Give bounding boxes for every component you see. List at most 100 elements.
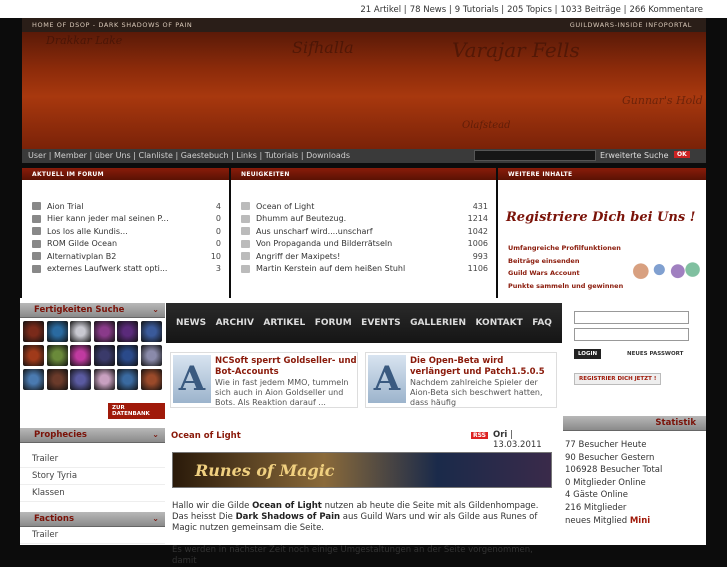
mainnav-news[interactable]: NEWS [176,318,206,328]
forum-row[interactable]: Hier kann jeder mal seinen P... 0 [22,213,229,226]
news-icon [241,252,250,261]
mainnav-artikel[interactable]: ARTIKEL [263,318,305,328]
forum-icon [32,214,41,223]
link-story-tyria[interactable]: Story Tyria [20,468,165,485]
username-field[interactable] [574,311,689,324]
register-promo[interactable]: Registriere Dich bei Uns ! Umfangreiche … [498,180,706,300]
register-button[interactable]: REGISTRIER DICH JETZT ! [574,373,662,385]
forum-icon [32,252,41,261]
skill-icon[interactable] [140,321,162,342]
mainnav-gallerien[interactable]: GALLERIEN [410,318,466,328]
skill-icon[interactable] [117,345,138,366]
forum-icon [32,239,41,248]
site-portal: GUILDWARS-INSIDE INFOPORTAL [569,21,692,29]
header-banner-image: Drakkar Lake Sifhalla Varajar Fells Gunn… [22,32,706,149]
password-field[interactable] [574,328,689,341]
statistik-title: Statistik [563,416,706,431]
news-icon [241,239,250,248]
forum-row[interactable]: Aion Trial 4 [22,200,229,213]
article-meta: Ori | 13.03.2011 [493,430,542,450]
site-stats: 21 Artikel | 78 News | 9 Tutorials | 205 To… [0,0,727,18]
database-button[interactable]: ZUR DATENBANK [108,403,165,419]
news-row[interactable]: Aus unscharf wird....unscharf 1042 [231,225,496,238]
link-klassen[interactable]: Klassen [20,485,165,502]
skill-icon[interactable] [23,345,44,366]
aion-logo-icon: A [173,355,211,403]
skill-icon[interactable] [46,345,68,366]
skill-icon[interactable] [23,369,44,390]
nav-user[interactable]: User [28,151,46,160]
news-row[interactable]: Martin Kerstein auf dem heißen Stuhl 1106 [231,263,496,276]
article-title[interactable]: Ocean of Light [171,431,241,441]
skill-icon[interactable] [117,321,138,342]
forum-row[interactable]: externes Laufwerk statt opti... 3 [22,263,229,276]
news-row[interactable]: Angriff der Maxipets! 993 [231,250,496,263]
rss-icon[interactable]: RSS [471,432,488,439]
skill-icon[interactable] [140,369,162,390]
aion-logo-icon: A [368,355,406,403]
chevron-down-icon: ⌄ [152,514,159,523]
forum-row[interactable]: ROM Gilde Ocean 0 [22,238,229,251]
forum-panel: AKTUELL IM FORUM Aion Trial 4 Hier kann j… [22,168,229,300]
search-input[interactable] [474,150,596,161]
main-nav: NEWS ARCHIV ARTIKEL FORUM EVENTS GALLERI… [166,303,562,343]
nav-clanlist[interactable]: Clanliste [138,151,172,160]
new-member-link[interactable]: Mini [630,516,650,526]
top-nav: User | Member | über Uns | Clanliste | G… [22,149,706,163]
nav-downloads[interactable]: Downloads [306,151,350,160]
search-ok-button[interactable]: OK [674,151,690,158]
skill-icon[interactable] [70,369,91,390]
news-excerpt: Wie in fast jedem MMO, tummeln sich auch… [215,378,349,407]
weitere-panel-head: WEITERE INHALTE [498,168,706,180]
skill-icon[interactable] [117,369,138,390]
skills-title: Fertigkeiten Suche ⌄ [20,303,165,318]
skill-icon[interactable] [93,321,115,342]
mainnav-archiv[interactable]: ARCHIV [216,318,254,328]
skill-icon[interactable] [70,321,91,342]
nav-links[interactable]: Links [236,151,257,160]
mainnav-kontakt[interactable]: KONTAKT [475,318,522,328]
skills-box: Fertigkeiten Suche ⌄ ZUR DATENBANK [20,303,165,421]
site-tagline: HOME OF DSOP - DARK SHADOWS OF PAIN [32,21,193,29]
skill-icon[interactable] [23,321,44,342]
link-trailer[interactable]: Trailer [20,527,165,544]
nav-member[interactable]: Member [54,151,87,160]
register-headline: Registriere Dich bei Uns ! [506,210,696,225]
advanced-search-link[interactable]: Erweiterte Suche [600,151,669,160]
news-icon [241,214,250,223]
runes-of-magic-banner: Runes of Magic [172,452,552,488]
nav-tutorials[interactable]: Tutorials [265,151,299,160]
mainnav-forum[interactable]: FORUM [315,318,352,328]
skill-icon[interactable] [46,369,68,390]
skill-icon[interactable] [140,345,162,366]
nav-about[interactable]: über Uns [95,151,131,160]
skill-icon[interactable] [93,345,115,366]
forum-icon [32,202,41,211]
news-row[interactable]: Von Propaganda und Bilderrätseln 1006 [231,238,496,251]
article-body: Hallo wir die Gilde Ocean of Light nutze… [172,501,539,566]
forum-row[interactable]: Alternativplan B2 10 [22,250,229,263]
news-icon [241,202,250,211]
news-title: Die Open-Beta wird verlängert und Patch1… [410,356,545,377]
news-row[interactable]: Ocean of Light 431 [231,200,496,213]
news-teaser[interactable]: A Die Open-Beta wird verlängert und Patc… [365,352,557,408]
skill-icon[interactable] [70,345,91,366]
skill-icon[interactable] [46,321,68,342]
news-teaser[interactable]: A NCSoft sperrt Goldseller- und Bot-Acco… [170,352,358,408]
mainnav-faq[interactable]: FAQ [532,318,552,328]
forum-icon [32,264,41,273]
prophecies-box: Prophecies ⌄ Trailer Story Tyria Klassen [20,428,165,505]
link-trailer[interactable]: Trailer [20,451,165,468]
forum-row[interactable]: Los los alle Kundis... 0 [22,225,229,238]
skill-icon[interactable] [93,369,115,390]
register-benefits: Umfangreiche Profilfunktionen Beiträge ei… [508,244,624,290]
news-row[interactable]: Dhumm auf Beutezug. 1214 [231,213,496,226]
nav-guestbook[interactable]: Gaestebuch [181,151,229,160]
new-password-link[interactable]: NEUES PASSWORT [623,349,688,359]
forum-panel-title: AKTUELL IM FORUM [22,168,229,180]
factions-box: Factions ⌄ Trailer [20,512,165,545]
chevron-down-icon: ⌄ [152,430,159,439]
login-button[interactable]: LOGIN [574,349,602,359]
news-panel-title: NEUIGKEITEN [231,168,496,180]
mainnav-events[interactable]: EVENTS [361,318,400,328]
